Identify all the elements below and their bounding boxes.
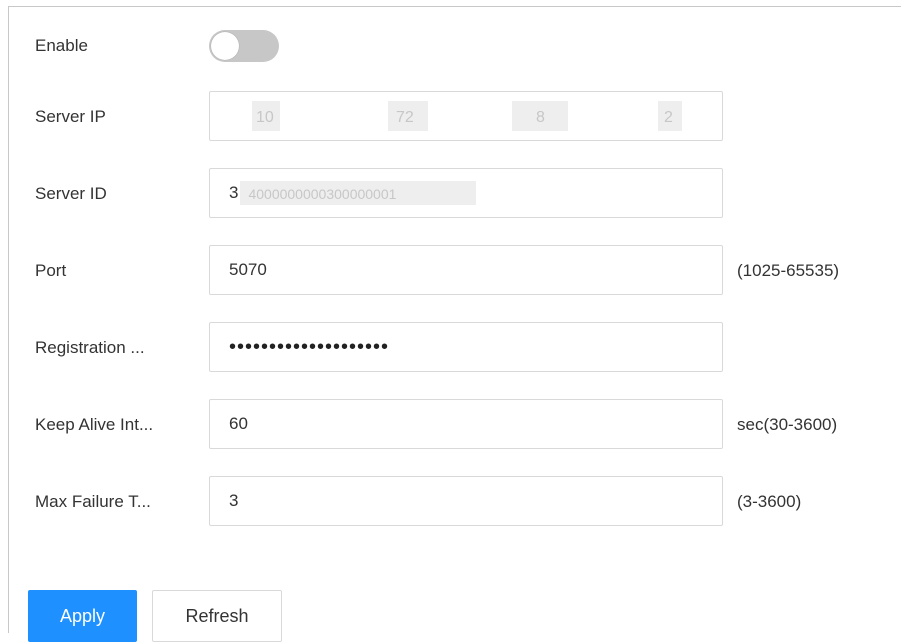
keep-alive-value: 60 bbox=[229, 414, 248, 433]
server-ip-label: Server IP bbox=[35, 107, 106, 126]
max-failure-row: Max Failure T... 3 (3-3600) bbox=[9, 476, 889, 528]
ip-segment-3-redaction: 8 bbox=[512, 101, 568, 131]
server-id-blurred: 4000000000300000001 bbox=[248, 186, 397, 202]
toggle-knob bbox=[211, 32, 239, 60]
max-failure-hint: (3-3600) bbox=[737, 492, 802, 511]
port-row: Port 5070 (1025-65535) bbox=[9, 245, 889, 297]
settings-panel: Enable Server IP 10 72 8 2 Server ID 3 4… bbox=[8, 6, 901, 633]
keep-alive-label: Keep Alive Int... bbox=[35, 415, 154, 434]
ip-segment-1-redaction: 10 bbox=[252, 101, 280, 131]
ip-segment-2: 72 bbox=[396, 109, 414, 126]
max-failure-input[interactable]: 3 bbox=[209, 476, 723, 526]
keep-alive-row: Keep Alive Int... 60 sec(30-3600) bbox=[9, 399, 889, 451]
server-ip-row: Server IP 10 72 8 2 bbox=[9, 91, 889, 143]
ip-segment-4: 2 bbox=[664, 109, 673, 126]
port-input[interactable]: 5070 bbox=[209, 245, 723, 295]
port-range-hint: (1025-65535) bbox=[737, 261, 840, 280]
ip-segment-3: 8 bbox=[536, 109, 545, 126]
enable-row: Enable bbox=[9, 20, 889, 72]
port-value: 5070 bbox=[229, 260, 267, 279]
enable-toggle[interactable] bbox=[209, 30, 279, 62]
keep-alive-hint: sec(30-3600) bbox=[737, 415, 838, 434]
refresh-button[interactable]: Refresh bbox=[152, 590, 282, 642]
registration-password-input[interactable]: •••••••••••••••••••• bbox=[209, 322, 723, 372]
apply-button[interactable]: Apply bbox=[28, 590, 137, 642]
registration-password-value: •••••••••••••••••••• bbox=[229, 335, 390, 358]
ip-segment-4-redaction: 2 bbox=[658, 101, 682, 131]
max-failure-value: 3 bbox=[229, 491, 239, 510]
server-id-prefix: 3 bbox=[229, 183, 239, 202]
server-id-row: Server ID 3 4000000000300000001 bbox=[9, 168, 889, 220]
port-label: Port bbox=[35, 261, 67, 280]
server-ip-input[interactable]: 10 72 8 2 bbox=[209, 91, 723, 141]
keep-alive-input[interactable]: 60 bbox=[209, 399, 723, 449]
registration-password-label: Registration ... bbox=[35, 338, 145, 357]
max-failure-label: Max Failure T... bbox=[35, 492, 151, 511]
registration-password-row: Registration ... •••••••••••••••••••• bbox=[9, 322, 889, 374]
enable-label: Enable bbox=[35, 36, 88, 55]
server-id-label: Server ID bbox=[35, 184, 107, 203]
ip-segment-1: 10 bbox=[256, 109, 274, 126]
ip-segment-2-redaction: 72 bbox=[388, 101, 428, 131]
server-id-redaction: 4000000000300000001 bbox=[240, 181, 477, 205]
server-id-input[interactable]: 3 4000000000300000001 bbox=[209, 168, 723, 218]
